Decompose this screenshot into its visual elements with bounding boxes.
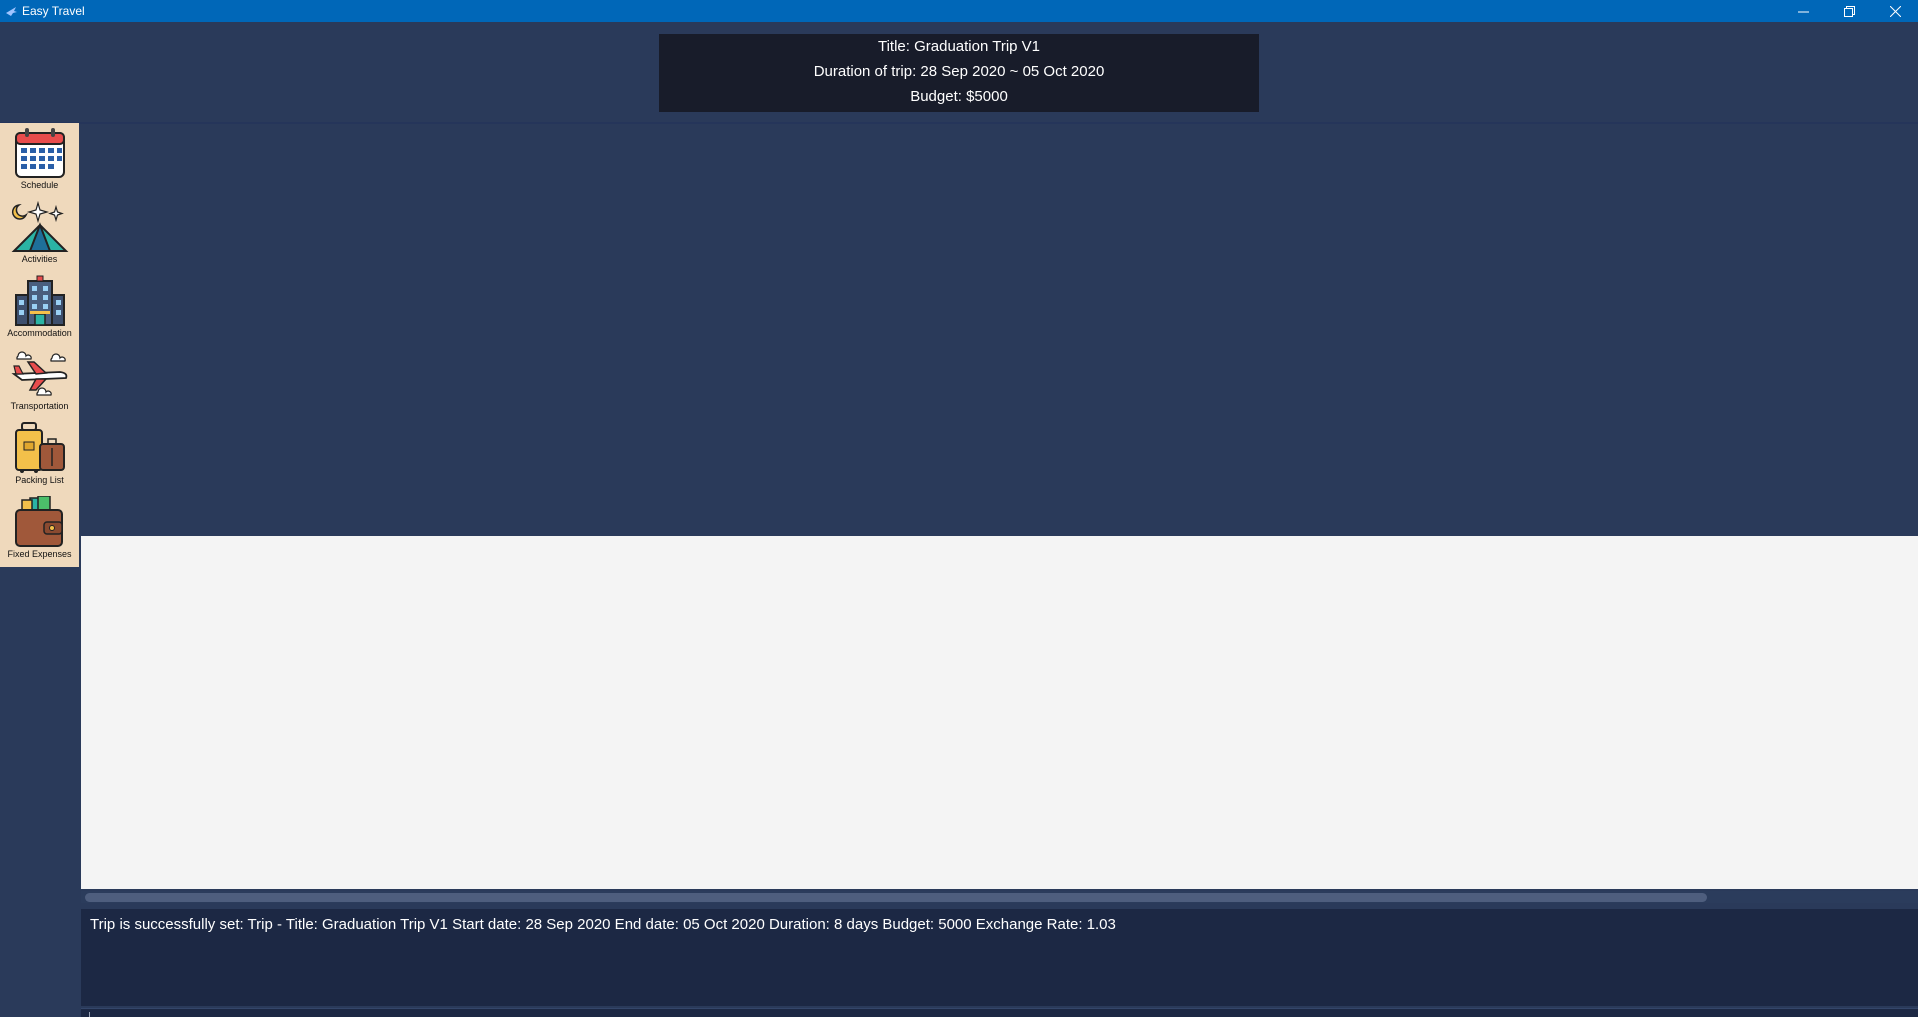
minimize-icon — [1797, 11, 1809, 12]
sidebar-item-label: Packing List — [15, 475, 64, 485]
horizontal-scrollbar[interactable] — [81, 891, 1918, 903]
result-message: Trip is successfully set: Trip - Title: … — [90, 916, 1116, 933]
result-display: Trip is successfully set: Trip - Title: … — [81, 909, 1918, 1006]
restore-icon — [1843, 5, 1855, 17]
main-view-area — [79, 124, 1918, 536]
sidebar-item-label: Transportation — [10, 401, 69, 411]
close-button[interactable] — [1872, 0, 1918, 22]
sidebar-item-fixed-expenses[interactable]: Fixed Expenses — [0, 492, 79, 564]
list-panel — [81, 536, 1918, 889]
sidebar-item-schedule[interactable]: Schedule — [0, 123, 79, 195]
trip-duration: Duration of trip: 28 Sep 2020 ~ 05 Oct 2… — [813, 63, 1105, 80]
text-caret — [89, 1012, 90, 1017]
command-input[interactable] — [81, 1008, 1918, 1017]
sidebar-item-transportation[interactable]: Transportation — [0, 344, 79, 416]
sidebar: Schedule Activities Accommodation Transp… — [0, 123, 79, 567]
sidebar-item-label: Schedule — [20, 180, 59, 190]
calendar-icon — [15, 128, 65, 178]
hotel-icon — [15, 275, 65, 326]
restore-button[interactable] — [1826, 0, 1872, 22]
trip-info-panel: Title: Graduation Trip V1 Duration of tr… — [659, 34, 1259, 112]
close-icon — [1889, 5, 1901, 17]
airplane-icon — [11, 351, 68, 396]
luggage-icon — [15, 422, 65, 473]
tent-icon — [11, 201, 69, 252]
minimize-button[interactable] — [1780, 0, 1826, 22]
window-title-bar: Easy Travel — [0, 0, 1918, 22]
wallet-icon — [15, 496, 63, 547]
sidebar-item-label: Activities — [21, 254, 58, 264]
scrollbar-thumb[interactable] — [85, 893, 1707, 902]
sidebar-item-label: Fixed Expenses — [7, 549, 72, 559]
sidebar-item-label: Accommodation — [7, 328, 72, 338]
sidebar-item-packing-list[interactable]: Packing List — [0, 418, 79, 490]
window-title: Easy Travel — [22, 4, 85, 18]
trip-budget: Budget: $5000 — [910, 88, 1008, 105]
app-icon — [6, 7, 17, 16]
sidebar-item-activities[interactable]: Activities — [0, 197, 79, 269]
trip-title: Title: Graduation Trip V1 — [877, 38, 1041, 55]
sidebar-item-accommodation[interactable]: Accommodation — [0, 271, 79, 343]
